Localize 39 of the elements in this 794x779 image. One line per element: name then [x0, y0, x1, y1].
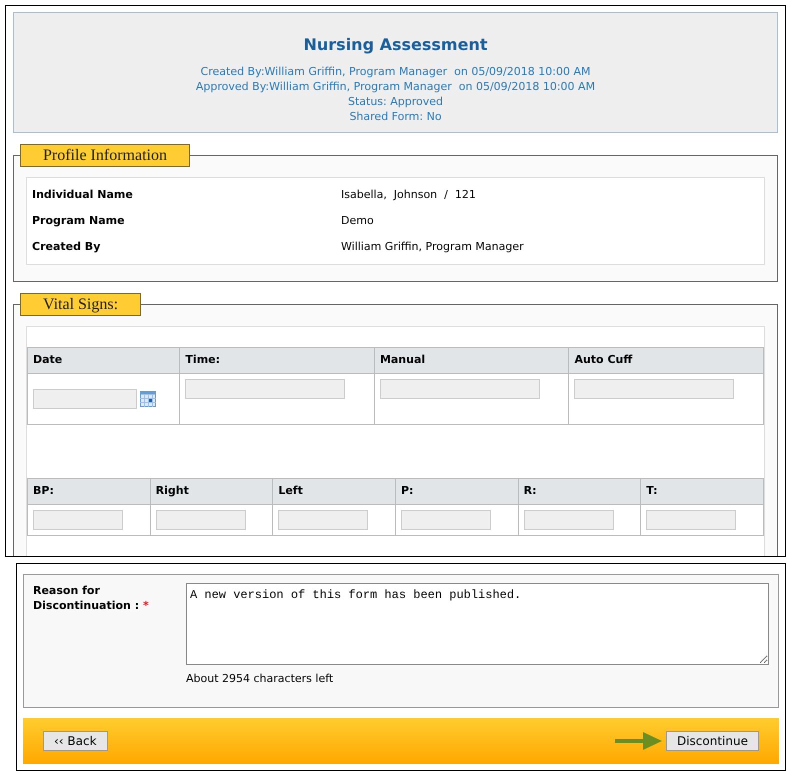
field-value: Isabella, Johnson / 121	[341, 186, 476, 203]
field-label: Individual Name	[32, 186, 134, 203]
form-title: Nursing Assessment	[302, 35, 488, 55]
text-field[interactable]	[156, 510, 246, 530]
field-value: William Griffin, Program Manager	[341, 238, 524, 255]
column-header: Manual	[374, 348, 569, 374]
column-header: P:	[395, 478, 518, 504]
section-legend: Vital Signs:	[20, 293, 142, 316]
info-line: Created By:William Griffin, Program Manager on 05/09/2018 10:00 AM	[200, 64, 592, 79]
column-header: R:	[518, 478, 641, 504]
column-header: T:	[640, 478, 764, 504]
text-field[interactable]	[400, 510, 491, 530]
section-legend: Profile Information	[20, 144, 190, 167]
text-field[interactable]	[524, 510, 614, 530]
reason-textarea[interactable]: A new version of this form has been published.	[186, 583, 769, 665]
info-line: Approved By:William Griffin, Program Manager on 05/09/2018 10:00 AM	[194, 79, 596, 94]
column-header: Auto Cuff	[568, 348, 764, 374]
action-button[interactable]: Discontinue	[666, 731, 759, 751]
column-header: Time:	[180, 348, 374, 374]
info-line: Status: Approved	[346, 94, 444, 109]
field-label: Created By	[32, 238, 102, 255]
field-value: Demo	[341, 212, 374, 229]
text-field[interactable]	[574, 379, 734, 399]
calendar-icon[interactable]	[140, 391, 156, 407]
text-field[interactable]	[646, 510, 736, 530]
info-line: Shared Form: No	[348, 109, 443, 124]
column-header: BP:	[28, 478, 150, 504]
character-counter: About 2954 characters left	[186, 670, 334, 686]
text-field[interactable]	[278, 510, 368, 530]
text-field[interactable]	[185, 379, 346, 399]
date-field[interactable]	[33, 389, 137, 409]
column-header: Right	[150, 478, 273, 504]
column-header: Left	[272, 478, 396, 504]
field-label: Reason for Discontinuation : *	[33, 583, 150, 614]
column-header: Date	[28, 348, 180, 374]
text-field[interactable]	[380, 379, 540, 399]
text-field[interactable]	[33, 510, 123, 530]
field-label: Program Name	[32, 212, 126, 229]
action-button[interactable]: ‹‹ Back	[43, 731, 108, 751]
